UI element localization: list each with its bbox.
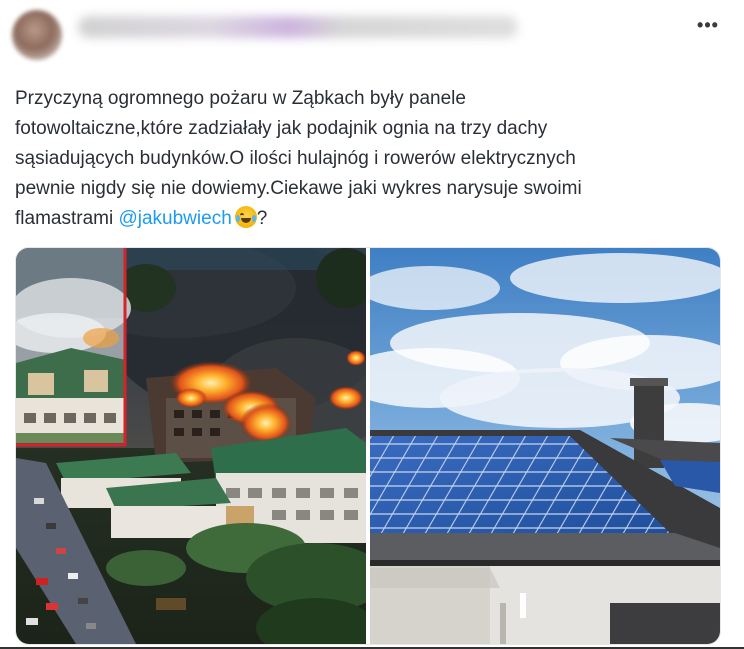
- fire-aerial-photo[interactable]: [16, 248, 366, 644]
- tweet-media[interactable]: [15, 247, 721, 645]
- tweet-text-fragment: flamastrami: [15, 208, 119, 229]
- tweet-text-line: pewnie nigdy się nie dowiemy.Ciekawe jak…: [15, 178, 582, 199]
- avatar[interactable]: [12, 10, 62, 60]
- laughing-crying-emoji-icon: [234, 206, 257, 228]
- tweet: ••• Przyczyną ogromnego pożaru w Ząbkach…: [0, 0, 744, 649]
- tweet-header: •••: [0, 0, 744, 72]
- mention-link[interactable]: @jakubwiech: [118, 208, 231, 229]
- tweet-text: Przyczyną ogromnego pożaru w Ząbkach był…: [15, 84, 720, 234]
- inset-photo: [16, 248, 131, 447]
- tweet-text-line: sąsiadujących budynków.O ilości hulajnóg…: [15, 148, 576, 169]
- author-name-blurred[interactable]: [78, 16, 518, 38]
- tweet-text-line: fotowoltaiczne,które zadziałały jak poda…: [15, 118, 548, 139]
- tweet-text-line-last: flamastrami @jakubwiech?: [15, 204, 720, 234]
- more-options-icon[interactable]: •••: [696, 16, 720, 34]
- tweet-text-line: Przyczyną ogromnego pożaru w Ząbkach był…: [15, 88, 466, 109]
- tweet-text-fragment: ?: [256, 208, 268, 229]
- solar-panels-photo[interactable]: [370, 248, 720, 644]
